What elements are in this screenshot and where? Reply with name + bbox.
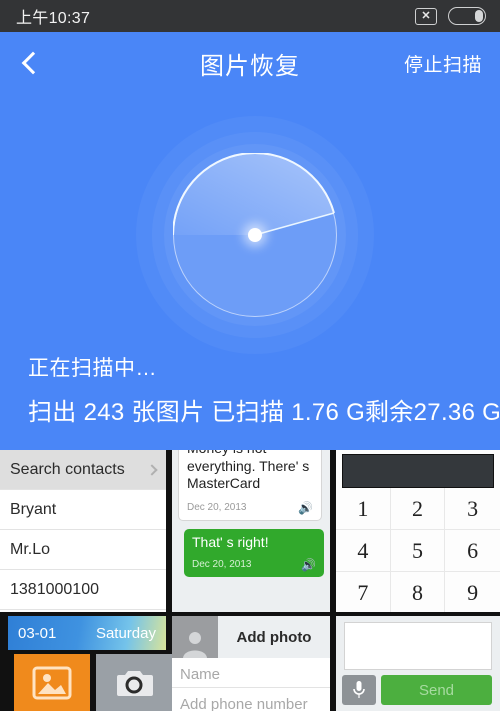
dial-key[interactable]: 1 <box>336 488 391 530</box>
dial-key[interactable]: 6 <box>445 530 500 572</box>
camera-tile[interactable] <box>96 654 172 711</box>
dial-key[interactable]: 8 <box>391 572 446 612</box>
search-contacts-label: Search contacts <box>10 460 125 478</box>
add-photo-button[interactable]: Add photo <box>218 629 330 646</box>
contact-name: Mr.Lo <box>10 540 51 558</box>
phone-placeholder: Add phone number <box>180 696 308 711</box>
incoming-message-text: Money is not everything. There' s Master… <box>187 450 310 491</box>
send-button[interactable]: Send <box>381 675 492 705</box>
microphone-icon <box>353 681 365 698</box>
contact-row[interactable]: 1381000100 <box>0 570 166 610</box>
back-button[interactable] <box>0 32 60 94</box>
messages-preview[interactable]: Money is not everything. There' s Master… <box>172 450 330 612</box>
date-widget-preview[interactable]: 03-01 Saturday <box>8 616 166 650</box>
dial-key[interactable]: 3 <box>445 488 500 530</box>
microphone-button[interactable] <box>342 675 376 705</box>
image-icon <box>14 654 90 711</box>
name-placeholder: Name <box>180 666 221 683</box>
app-header: 图片恢复 停止扫描 <box>0 32 500 94</box>
stop-scan-button[interactable]: 停止扫描 <box>404 50 482 77</box>
dial-key[interactable]: 7 <box>336 572 391 612</box>
contact-name: 1381000100 <box>10 580 99 598</box>
gallery-tile[interactable] <box>14 654 90 711</box>
contact-name: Bryant <box>10 500 57 518</box>
add-photo-row[interactable]: Add photo <box>172 616 330 658</box>
weekday-value: Saturday <box>95 624 156 642</box>
contact-row[interactable]: Bryant <box>0 490 166 530</box>
battery-icon <box>448 7 486 25</box>
contact-row[interactable]: Mr.Lo <box>0 530 166 570</box>
status-bar: 上午10:37 ✕ <box>0 0 500 32</box>
message-date: Dec 20, 2013 <box>192 559 252 570</box>
status-icons: ✕ <box>415 7 486 25</box>
incoming-message-meta: Dec 20, 2013 🔊 <box>187 501 313 515</box>
scan-animation <box>0 94 500 354</box>
status-time: 上午10:37 <box>16 10 91 27</box>
avatar <box>172 616 218 658</box>
radar-center-dot <box>248 228 262 242</box>
dial-key[interactable]: 2 <box>390 488 446 530</box>
image-recovery-screen: 上午10:37 ✕ 图片恢复 停止扫描 正在扫描中… 扫出 243 张图片 已扫… <box>0 0 500 711</box>
composer-actions: Send <box>342 675 492 705</box>
message-composer-preview[interactable]: Send <box>336 616 500 711</box>
dial-key[interactable]: 4 <box>336 530 391 572</box>
outgoing-message-bubble[interactable]: That' s right! Dec 20, 2013 🔊 <box>184 528 324 577</box>
preview-collage: Search contacts Bryant Mr.Lo 1381000100 … <box>0 450 500 711</box>
dialer-display <box>342 454 494 488</box>
contacts-preview[interactable]: Search contacts Bryant Mr.Lo 1381000100 <box>0 450 166 612</box>
dialer-keypad: 1 2 3 4 5 6 7 8 9 <box>336 488 500 612</box>
dial-key[interactable]: 9 <box>445 572 500 612</box>
dial-key[interactable]: 5 <box>390 530 446 572</box>
outgoing-message-meta: Dec 20, 2013 🔊 <box>192 558 316 572</box>
dialer-preview[interactable]: 1 2 3 4 5 6 7 8 9 <box>336 450 500 612</box>
outgoing-message-text: That' s right! <box>192 533 269 550</box>
radar-dial <box>130 110 380 360</box>
speaker-icon[interactable]: 🔊 <box>298 501 313 515</box>
scan-status-text: 正在扫描中… <box>28 357 157 380</box>
scan-detail-text: 扫出 243 张图片 已扫描 1.76 G剩余27.36 G <box>28 399 500 426</box>
search-contacts-row[interactable]: Search contacts <box>0 450 166 490</box>
name-field[interactable]: Name <box>172 662 330 688</box>
incoming-message-bubble[interactable]: Money is not everything. There' s Master… <box>178 450 322 521</box>
date-widget-row: 03-01 Saturday <box>8 616 166 650</box>
chevron-right-icon <box>146 463 158 476</box>
phone-field[interactable]: Add phone number <box>172 692 330 711</box>
chevron-left-icon <box>21 51 44 75</box>
add-contact-preview[interactable]: Add photo Name Add phone number <box>172 616 330 711</box>
no-sim-icon: ✕ <box>415 7 437 25</box>
date-value: 03-01 <box>18 624 57 642</box>
message-date: Dec 20, 2013 <box>187 502 247 513</box>
speaker-icon[interactable]: 🔊 <box>301 558 316 572</box>
camera-icon <box>96 654 172 711</box>
message-input[interactable] <box>344 622 492 670</box>
